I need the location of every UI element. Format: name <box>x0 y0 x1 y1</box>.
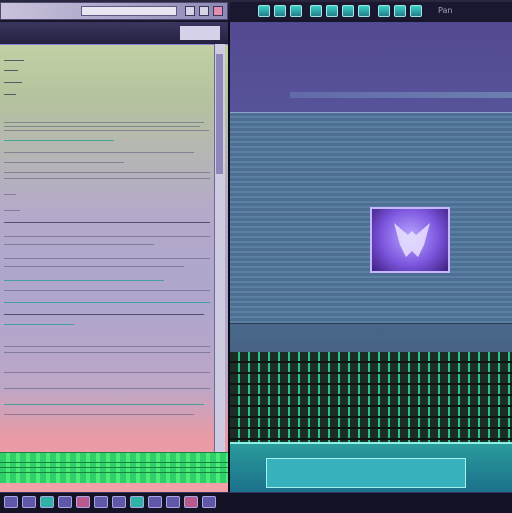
taskbar <box>0 492 512 513</box>
asset-preview-tile[interactable] <box>370 207 450 273</box>
left-window-titlebar[interactable] <box>0 2 228 20</box>
timeline-band-lines <box>0 458 228 476</box>
text-line <box>4 82 22 83</box>
app-icon[interactable] <box>4 496 18 508</box>
scrollbar-thumb[interactable] <box>216 54 223 174</box>
text-line <box>4 210 20 211</box>
panel-ribbon <box>290 92 512 98</box>
text-line <box>4 140 114 141</box>
app-icon[interactable] <box>148 496 162 508</box>
address-field[interactable] <box>81 6 177 16</box>
text-line <box>4 178 210 179</box>
text-line <box>4 324 74 325</box>
app-icon[interactable] <box>22 496 36 508</box>
tool-icon[interactable] <box>410 5 422 17</box>
tool-icon[interactable] <box>326 5 338 17</box>
text-line <box>4 222 210 223</box>
bottom-panel <box>230 442 512 492</box>
tool-icon[interactable] <box>378 5 390 17</box>
tool-icon[interactable] <box>358 5 370 17</box>
text-line <box>4 236 210 237</box>
text-line <box>4 122 204 123</box>
app-icon[interactable] <box>166 496 180 508</box>
text-line <box>4 388 210 389</box>
app-icon[interactable] <box>58 496 72 508</box>
vertical-scrollbar[interactable] <box>214 44 225 464</box>
tool-icon[interactable] <box>394 5 406 17</box>
tool-icon[interactable] <box>290 5 302 17</box>
minimize-button[interactable] <box>185 6 195 16</box>
text-line <box>4 372 210 373</box>
text-line <box>4 172 210 173</box>
app-icon[interactable] <box>202 496 216 508</box>
text-line <box>4 346 210 347</box>
text-line <box>4 70 18 71</box>
text-line <box>4 194 16 195</box>
editor-toolbar: Pan <box>230 2 512 20</box>
app-icon[interactable] <box>40 496 54 508</box>
document-pane-header <box>0 22 228 45</box>
app-icon[interactable] <box>94 496 108 508</box>
close-button[interactable] <box>213 6 223 16</box>
document-pane[interactable] <box>0 22 230 492</box>
text-line <box>4 314 204 315</box>
text-line <box>4 266 184 267</box>
text-line <box>4 152 194 153</box>
tool-icon[interactable] <box>310 5 322 17</box>
maximize-button[interactable] <box>199 6 209 16</box>
pane-header-tabs[interactable] <box>180 26 220 40</box>
text-line <box>4 126 200 127</box>
text-line <box>4 94 16 95</box>
text-line <box>4 414 194 415</box>
text-line <box>4 290 210 291</box>
text-line <box>4 352 210 353</box>
app-icon[interactable] <box>184 496 198 508</box>
app-icon[interactable] <box>130 496 144 508</box>
text-line <box>4 258 210 259</box>
tool-icon[interactable] <box>342 5 354 17</box>
tool-icon[interactable] <box>274 5 286 17</box>
app-icon[interactable] <box>112 496 126 508</box>
editor-viewport[interactable] <box>230 22 512 492</box>
app-icon[interactable] <box>76 496 90 508</box>
text-line <box>4 280 164 281</box>
trackpad-panel[interactable] <box>266 458 466 488</box>
text-line <box>4 162 124 163</box>
text-line <box>4 404 204 405</box>
text-line <box>4 302 210 303</box>
toolbar-mode-label: Pan <box>438 6 453 15</box>
text-line <box>4 60 24 61</box>
tool-icon[interactable] <box>258 5 270 17</box>
text-line <box>4 130 209 131</box>
keyboard-grid-rows <box>230 352 512 442</box>
creature-icon <box>394 223 430 257</box>
text-line <box>4 244 154 245</box>
